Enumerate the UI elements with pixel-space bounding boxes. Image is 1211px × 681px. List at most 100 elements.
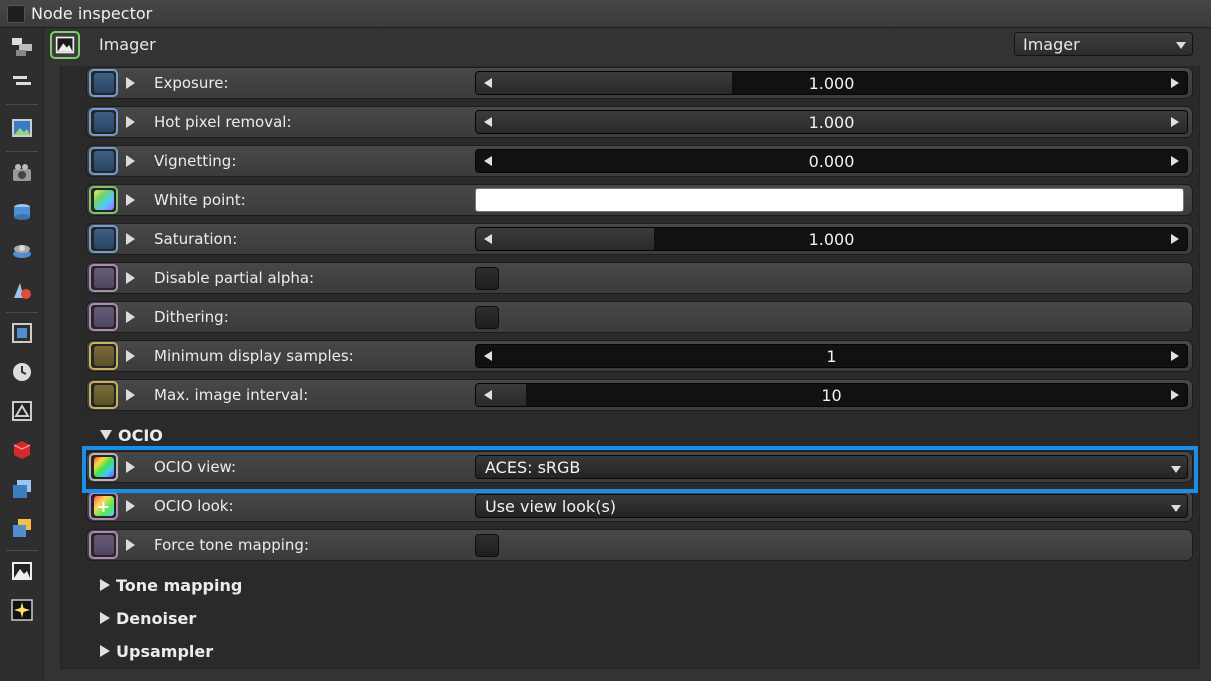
exposure-slider[interactable]: 1.000 bbox=[475, 71, 1188, 95]
bool-param-icon[interactable] bbox=[89, 531, 118, 559]
hot-pixel-removal-slider[interactable]: 1.000 bbox=[475, 110, 1188, 134]
clock-icon[interactable] bbox=[9, 359, 35, 385]
expand-arrow-icon[interactable] bbox=[126, 116, 135, 128]
expand-arrow-icon[interactable] bbox=[126, 500, 135, 512]
section-label: OCIO bbox=[118, 426, 163, 445]
imager-node-icon[interactable] bbox=[50, 31, 80, 59]
expand-arrow-icon bbox=[100, 645, 110, 657]
node-type-select[interactable]: Imager bbox=[1014, 32, 1193, 56]
float-param-icon[interactable] bbox=[89, 147, 118, 175]
force-tone-mapping-checkbox[interactable] bbox=[475, 534, 499, 557]
saturation-slider[interactable]: 1.000 bbox=[475, 227, 1188, 251]
window-checkbox[interactable] bbox=[7, 5, 25, 23]
param-force-tone-mapping: Force tone mapping: bbox=[86, 529, 1193, 561]
ocio-view-icon[interactable] bbox=[89, 453, 118, 481]
expand-arrow-icon[interactable] bbox=[126, 155, 135, 167]
param-ocio-view: OCIO view: ACES: sRGB bbox=[86, 451, 1193, 483]
dithering-checkbox[interactable] bbox=[475, 306, 499, 329]
collapse-arrow-icon bbox=[100, 430, 112, 440]
section-tone-mapping[interactable]: Tone mapping bbox=[100, 576, 242, 595]
param-exposure: Exposure: 1.000 bbox=[86, 67, 1193, 99]
white-point-color-swatch[interactable] bbox=[475, 188, 1184, 212]
param-label: Max. image interval: bbox=[154, 386, 309, 404]
param-label: Saturation: bbox=[154, 230, 238, 248]
expand-arrow-icon[interactable] bbox=[126, 233, 135, 245]
expand-arrow-icon[interactable] bbox=[126, 389, 135, 401]
increment-arrow-icon[interactable] bbox=[1171, 351, 1179, 361]
param-max-image-interval: Max. image interval: 10 bbox=[86, 379, 1193, 411]
slider-value: 1.000 bbox=[808, 113, 855, 132]
param-label: Dithering: bbox=[154, 308, 229, 326]
node-type-value: Imager bbox=[1023, 35, 1080, 54]
chevron-down-icon bbox=[1176, 42, 1186, 49]
title-bar: Node inspector bbox=[0, 0, 1211, 28]
instances-icon[interactable] bbox=[9, 476, 35, 502]
render-region-icon[interactable] bbox=[9, 320, 35, 346]
section-label: Tone mapping bbox=[116, 576, 243, 595]
param-hot-pixel-removal: Hot pixel removal: 1.000 bbox=[86, 106, 1193, 138]
layer-stack-icon[interactable] bbox=[9, 515, 35, 541]
expand-arrow-icon[interactable] bbox=[126, 350, 135, 362]
imager-icon[interactable] bbox=[9, 558, 35, 584]
vignetting-slider[interactable]: 0.000 bbox=[475, 149, 1188, 173]
camera-icon[interactable] bbox=[9, 160, 35, 186]
bool-param-icon[interactable] bbox=[89, 264, 118, 292]
param-dithering: Dithering: bbox=[86, 301, 1193, 333]
expand-arrow-icon[interactable] bbox=[126, 311, 135, 323]
expand-arrow-icon[interactable] bbox=[126, 539, 135, 551]
image-icon[interactable] bbox=[9, 115, 35, 141]
param-label: Disable partial alpha: bbox=[154, 269, 315, 287]
section-upsampler[interactable]: Upsampler bbox=[100, 642, 213, 661]
cube-red-icon[interactable] bbox=[9, 437, 35, 463]
float-param-icon[interactable] bbox=[89, 225, 118, 253]
param-label: White point: bbox=[154, 191, 246, 209]
layers-icon[interactable] bbox=[9, 68, 35, 94]
bool-param-icon[interactable] bbox=[89, 303, 118, 331]
float-param-icon[interactable] bbox=[89, 108, 118, 136]
ocio-look-icon[interactable]: + bbox=[89, 492, 118, 520]
param-saturation: Saturation: 1.000 bbox=[86, 223, 1193, 255]
increment-arrow-icon[interactable] bbox=[1171, 78, 1179, 88]
param-label: OCIO view: bbox=[154, 458, 237, 476]
minimum-display-samples-slider[interactable]: 1 bbox=[475, 344, 1188, 368]
param-minimum-display-samples: Minimum display samples: 1 bbox=[86, 340, 1193, 372]
geometry-icon[interactable] bbox=[9, 199, 35, 225]
section-ocio[interactable]: OCIO bbox=[100, 426, 163, 445]
param-label: Hot pixel removal: bbox=[154, 113, 292, 131]
object-layer-icon[interactable] bbox=[9, 238, 35, 264]
section-label: Denoiser bbox=[116, 609, 197, 628]
expand-arrow-icon bbox=[100, 612, 110, 624]
dropdown-value: Use view look(s) bbox=[485, 497, 617, 516]
expand-arrow-icon[interactable] bbox=[126, 461, 135, 473]
disable-partial-alpha-checkbox[interactable] bbox=[475, 267, 499, 290]
increment-arrow-icon[interactable] bbox=[1171, 234, 1179, 244]
expand-arrow-icon[interactable] bbox=[126, 194, 135, 206]
expand-arrow-icon[interactable] bbox=[126, 272, 135, 284]
texture-icon[interactable] bbox=[9, 398, 35, 424]
window-title: Node inspector bbox=[31, 4, 153, 23]
ocio-look-dropdown[interactable]: Use view look(s) bbox=[475, 494, 1188, 518]
ocio-view-dropdown[interactable]: ACES: sRGB bbox=[475, 455, 1188, 479]
param-label: Minimum display samples: bbox=[154, 347, 354, 365]
material-icon[interactable] bbox=[9, 277, 35, 303]
increment-arrow-icon[interactable] bbox=[1171, 117, 1179, 127]
int-param-icon[interactable] bbox=[89, 381, 118, 409]
slider-value: 10 bbox=[821, 386, 842, 405]
increment-arrow-icon[interactable] bbox=[1171, 390, 1179, 400]
chevron-down-icon bbox=[1171, 505, 1181, 512]
increment-arrow-icon[interactable] bbox=[1171, 156, 1179, 166]
slider-value: 1.000 bbox=[808, 230, 855, 249]
max-image-interval-slider[interactable]: 10 bbox=[475, 383, 1188, 407]
node-graph-icon[interactable] bbox=[9, 34, 35, 60]
postprocess-icon[interactable] bbox=[9, 597, 35, 623]
expand-arrow-icon bbox=[100, 579, 110, 591]
color-param-icon[interactable] bbox=[89, 186, 118, 214]
node-name: Imager bbox=[99, 35, 156, 54]
int-param-icon[interactable] bbox=[89, 342, 118, 370]
expand-arrow-icon[interactable] bbox=[126, 77, 135, 89]
float-param-icon[interactable] bbox=[89, 69, 118, 97]
section-denoiser[interactable]: Denoiser bbox=[100, 609, 196, 628]
param-label: Exposure: bbox=[154, 74, 229, 92]
left-toolbar bbox=[0, 28, 44, 681]
param-label: Vignetting: bbox=[154, 152, 237, 170]
